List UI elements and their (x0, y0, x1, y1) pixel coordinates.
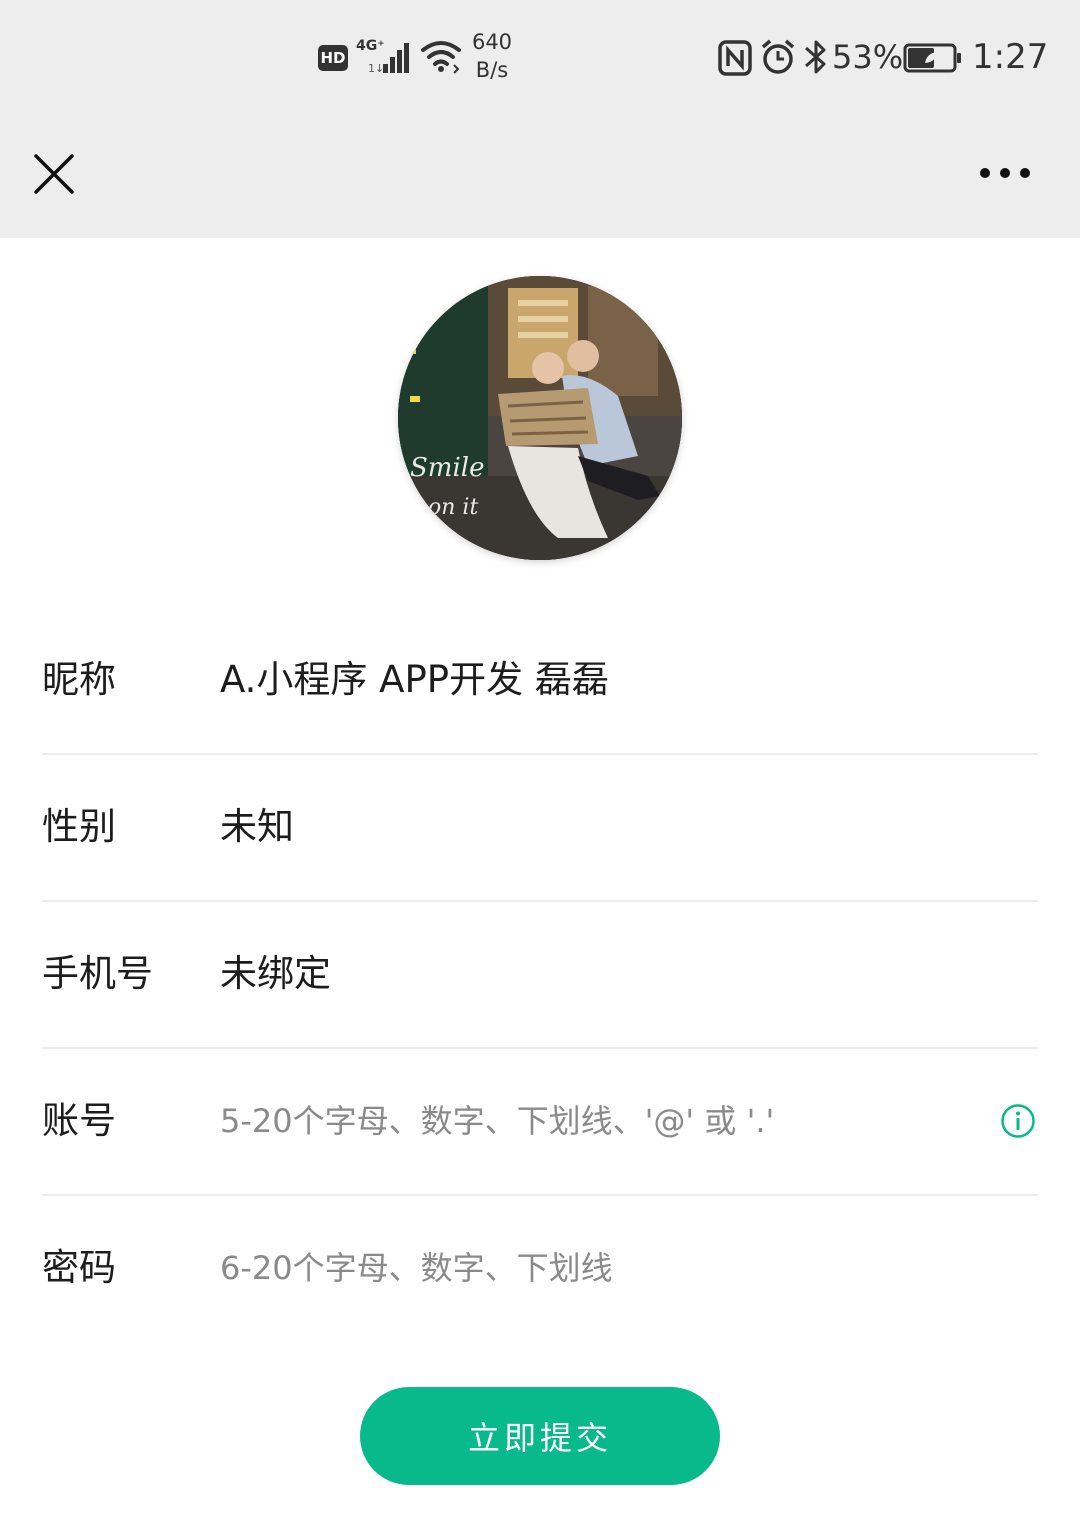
submit-button[interactable]: 立即提交 (360, 1387, 720, 1485)
account-row: 账号 (42, 1049, 1038, 1196)
close-icon[interactable] (32, 152, 76, 196)
alarm-icon (761, 39, 795, 74)
nickname-label: 昵称 (42, 658, 116, 701)
nfc-icon (718, 40, 752, 76)
phone-label: 手机号 (42, 952, 153, 995)
gender-value: 未知 (220, 805, 294, 848)
phone-value: 未绑定 (220, 952, 331, 995)
nickname-value: A.小程序 APP开发 磊磊 (220, 658, 609, 701)
avatar[interactable]: Smile on it (398, 276, 682, 560)
status-bar: HD 4G⁺ 1↓ 640 B/s 53% 1:27 (0, 0, 1080, 110)
wifi-icon (421, 41, 461, 74)
net-speed-value: 640 (471, 30, 513, 54)
net-speed-unit: B/s (475, 58, 509, 82)
password-label: 密码 (42, 1246, 116, 1289)
more-icon[interactable] (978, 162, 1032, 184)
nickname-row: 昵称 A.小程序 APP开发 磊磊 (42, 608, 1038, 755)
info-icon[interactable] (1000, 1103, 1036, 1139)
svg-text:on it: on it (428, 495, 478, 520)
avatar-photo: Smile on it (398, 276, 682, 560)
profile-form: 昵称 A.小程序 APP开发 磊磊 性别 未知 手机号 未绑定 账号 密码 (42, 608, 1038, 1343)
account-input[interactable] (220, 1097, 960, 1145)
gender-label: 性别 (42, 805, 116, 848)
top-area: HD 4G⁺ 1↓ 640 B/s 53% 1:27 (0, 0, 1080, 238)
svg-text:Smile: Smile (410, 453, 484, 483)
password-row: 密码 (42, 1196, 1038, 1343)
phone-row[interactable]: 手机号 未绑定 (42, 902, 1038, 1049)
nav-bar (0, 110, 1080, 238)
clock: 1:27 (972, 37, 1049, 77)
gender-row[interactable]: 性别 未知 (42, 755, 1038, 902)
bluetooth-icon (805, 40, 826, 74)
signal-icon: 1↓ (368, 43, 409, 74)
profile-edit-page: HD 4G⁺ 1↓ 640 B/s 53% 1:27 Smile on it 昵… (0, 0, 1080, 1530)
svg-text:1↓: 1↓ (368, 62, 384, 74)
password-input[interactable] (220, 1244, 960, 1292)
battery-icon (903, 43, 961, 73)
hd-icon: HD (318, 45, 348, 71)
account-label: 账号 (42, 1099, 116, 1142)
battery-percent: 53% (832, 38, 904, 76)
